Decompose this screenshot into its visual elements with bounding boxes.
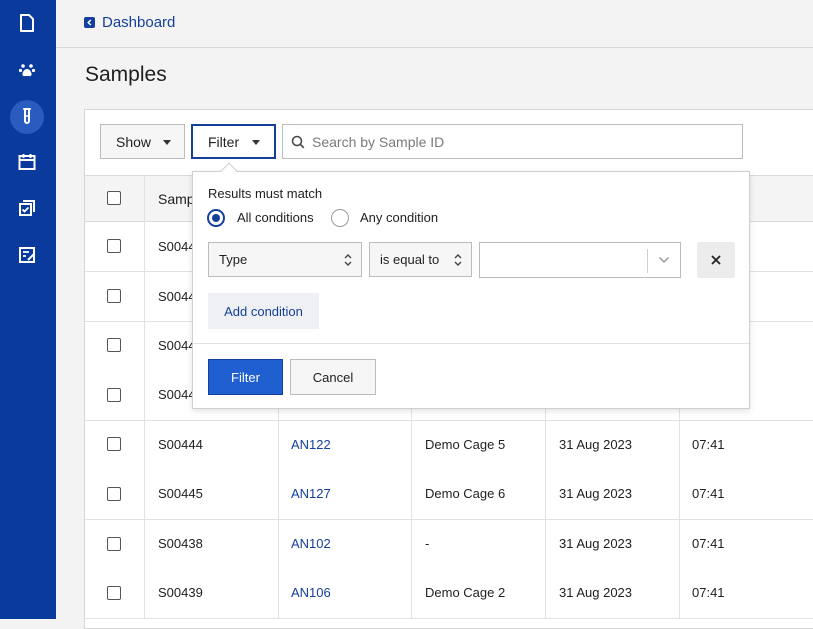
sample-id: S00439 <box>158 585 203 600</box>
add-condition-button[interactable]: Add condition <box>208 293 319 329</box>
sample-date: 31 Aug 2023 <box>559 536 633 551</box>
column-header-sample[interactable]: Samp <box>158 191 195 207</box>
page-title: Samples <box>85 63 167 86</box>
close-icon <box>711 255 721 265</box>
row-checkbox[interactable] <box>107 388 121 402</box>
test-tube-icon <box>23 108 31 124</box>
table-row[interactable]: S00439 AN106 Demo Cage 2 31 Aug 2023 07:… <box>85 569 813 619</box>
sample-time: 07:41 <box>692 585 725 600</box>
back-link-label: Dashboard <box>102 14 176 31</box>
sidebar-item-tasks[interactable] <box>10 191 44 225</box>
radio-all-conditions[interactable] <box>207 209 225 227</box>
animal-link[interactable]: AN122 <box>291 437 331 452</box>
table-row[interactable]: S00438 AN102 - 31 Aug 2023 07:41 <box>85 520 813 570</box>
apply-filter-button[interactable]: Filter <box>208 359 283 395</box>
combobox-separator <box>647 249 648 273</box>
column-divider <box>144 175 145 619</box>
condition-operator-value: is equal to <box>380 252 440 267</box>
condition-operator-select[interactable]: is equal to <box>369 242 472 277</box>
filter-button-label: Filter <box>208 133 240 150</box>
condition-field-select[interactable]: Type <box>208 242 362 277</box>
caret-down-icon <box>163 140 171 145</box>
radio-all-conditions-label[interactable]: All conditions <box>237 210 314 225</box>
filter-dropdown-button[interactable]: Filter <box>191 124 276 159</box>
sample-id: S0044 <box>158 338 196 353</box>
row-checkbox[interactable] <box>107 537 121 551</box>
sample-id: S0044 <box>158 289 196 304</box>
sample-time: 07:41 <box>692 437 725 452</box>
sidebar-item-forms[interactable] <box>10 238 44 272</box>
row-checkbox[interactable] <box>107 338 121 352</box>
sidebar <box>0 0 56 619</box>
sample-id: S00445 <box>158 486 203 501</box>
show-button-label: Show <box>116 133 152 150</box>
animal-link[interactable]: AN102 <box>291 536 331 551</box>
search-input[interactable] <box>312 125 732 158</box>
radio-any-condition-label[interactable]: Any condition <box>360 210 438 225</box>
chevron-left-icon <box>84 17 95 28</box>
row-checkbox[interactable] <box>107 437 121 451</box>
table-row[interactable]: S00444 AN122 Demo Cage 5 31 Aug 2023 07:… <box>85 421 813 471</box>
row-checkbox[interactable] <box>107 289 121 303</box>
row-checkbox[interactable] <box>107 239 121 253</box>
sidebar-item-calendar[interactable] <box>10 145 44 179</box>
sort-updown-icon <box>454 254 462 266</box>
paw-icon <box>18 64 36 77</box>
condition-value-combobox[interactable] <box>479 242 681 278</box>
sort-updown-icon <box>344 254 352 266</box>
cancel-button[interactable]: Cancel <box>290 359 376 395</box>
sidebar-item-documents[interactable] <box>10 6 44 40</box>
cage-name: Demo Cage 2 <box>425 585 506 600</box>
sample-date: 31 Aug 2023 <box>559 585 633 600</box>
sample-id: S00444 <box>158 437 203 452</box>
match-label: Results must match <box>208 186 323 201</box>
radio-any-condition[interactable] <box>331 209 349 227</box>
table-row[interactable]: S00445 AN127 Demo Cage 6 31 Aug 2023 07:… <box>85 470 813 520</box>
sample-date: 31 Aug 2023 <box>559 437 633 452</box>
document-icon <box>20 14 34 32</box>
back-to-dashboard-link[interactable]: Dashboard <box>84 14 175 31</box>
select-all-checkbox[interactable] <box>107 191 121 205</box>
cage-name: Demo Cage 5 <box>425 437 506 452</box>
sample-id: S0044 <box>158 239 196 254</box>
popover-divider <box>193 343 749 344</box>
row-checkbox[interactable] <box>107 586 121 600</box>
condition-field-value: Type <box>219 252 248 267</box>
caret-down-icon <box>252 140 260 145</box>
calendar-icon <box>18 154 36 170</box>
sample-time: 07:41 <box>692 486 725 501</box>
show-dropdown-button[interactable]: Show <box>100 124 185 159</box>
checklist-icon <box>19 200 35 216</box>
search-icon <box>291 135 305 149</box>
sidebar-item-animals[interactable] <box>10 53 44 87</box>
search-box <box>282 124 743 159</box>
top-bar: Dashboard <box>56 0 813 48</box>
row-checkbox[interactable] <box>107 487 121 501</box>
sample-id: S0044 <box>158 387 196 402</box>
sample-date: 31 Aug 2023 <box>559 486 633 501</box>
animal-link[interactable]: AN106 <box>291 585 331 600</box>
edit-form-icon <box>19 247 35 263</box>
cage-name: Demo Cage 6 <box>425 486 506 501</box>
sidebar-item-samples[interactable] <box>10 100 44 134</box>
animal-link[interactable]: AN127 <box>291 486 331 501</box>
chevron-down-icon[interactable] <box>658 256 670 264</box>
remove-condition-button[interactable] <box>697 242 735 278</box>
sample-time: 07:41 <box>692 536 725 551</box>
sample-id: S00438 <box>158 536 203 551</box>
cage-name: - <box>425 536 430 551</box>
